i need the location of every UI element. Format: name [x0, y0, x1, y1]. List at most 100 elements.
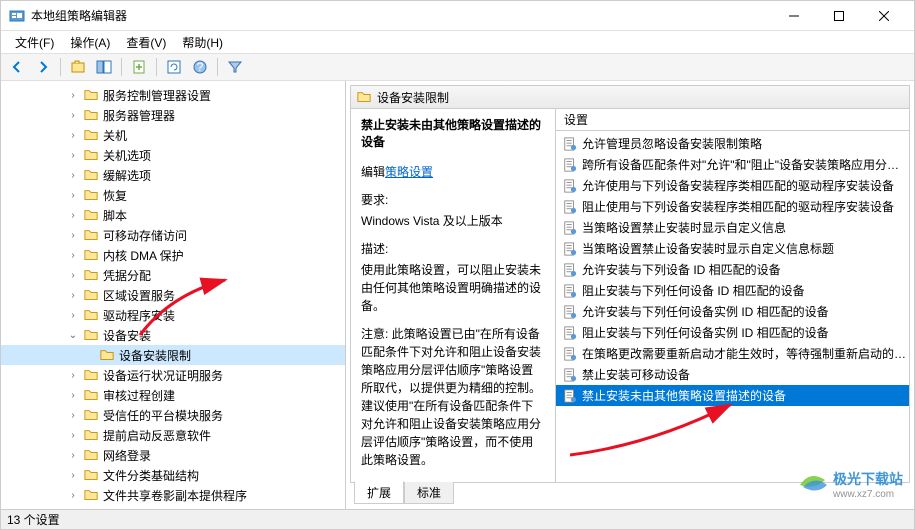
tree-item[interactable]: 审核过程创建 [1, 385, 345, 405]
tree-item-label: 文件共享卷影副本提供程序 [103, 487, 247, 504]
tree-item[interactable]: 文件共享卷影副本提供程序 [1, 485, 345, 505]
tree-item[interactable]: 凭据分配 [1, 265, 345, 285]
tree-item[interactable]: 设备安装 [1, 325, 345, 345]
setting-row[interactable]: 允许安装与下列任何设备实例 ID 相匹配的设备 [556, 301, 909, 322]
tab-standard[interactable]: 标准 [404, 482, 454, 504]
settings-list[interactable]: 允许管理员忽略设备安装限制策略跨所有设备匹配条件对"允许"和"阻止"设备安装策略… [556, 131, 909, 482]
tree-panel[interactable]: 服务控制管理器设置服务器管理器关机关机选项缓解选项恢复脚本可移动存储访问内核 D… [1, 81, 346, 509]
tree-item[interactable]: 受信任的平台模块服务 [1, 405, 345, 425]
tree-toggle-icon[interactable] [65, 410, 81, 421]
tree-toggle-icon[interactable] [65, 430, 81, 441]
tree-item-label: 驱动程序安装 [103, 307, 175, 324]
svg-text:?: ? [197, 60, 204, 74]
setting-row[interactable]: 允许管理员忽略设备安装限制策略 [556, 133, 909, 154]
setting-row[interactable]: 当策略设置禁止安装时显示自定义信息 [556, 217, 909, 238]
setting-row[interactable]: 跨所有设备匹配条件对"允许"和"阻止"设备安装策略应用分… [556, 154, 909, 175]
desc-req-label: 要求: [361, 191, 545, 209]
tree-toggle-icon[interactable] [65, 150, 81, 161]
setting-row[interactable]: 当策略设置禁止设备安装时显示自定义信息标题 [556, 238, 909, 259]
setting-row[interactable]: 阻止安装与下列任何设备 ID 相匹配的设备 [556, 280, 909, 301]
tree-toggle-icon[interactable] [65, 290, 81, 301]
setting-row[interactable]: 允许使用与下列设备安装程序类相匹配的驱动程序安装设备 [556, 175, 909, 196]
tree-item[interactable]: 设备安装限制 [1, 345, 345, 365]
setting-label: 阻止使用与下列设备安装程序类相匹配的驱动程序安装设备 [582, 198, 894, 215]
tree-item[interactable]: 提前启动反恶意软件 [1, 425, 345, 445]
back-button[interactable] [5, 55, 29, 79]
help-button[interactable]: ? [188, 55, 212, 79]
right-panel: 设备安装限制 禁止安装未由其他策略设置描述的设备 编辑策略设置 要求: Wind… [346, 81, 914, 509]
setting-row[interactable]: 允许安装与下列设备 ID 相匹配的设备 [556, 259, 909, 280]
settings-panel: 设置 允许管理员忽略设备安装限制策略跨所有设备匹配条件对"允许"和"阻止"设备安… [556, 109, 909, 482]
tree-item[interactable]: 文件分类基础结构 [1, 465, 345, 485]
setting-label: 允许使用与下列设备安装程序类相匹配的驱动程序安装设备 [582, 177, 894, 194]
menu-action[interactable]: 操作(A) [62, 32, 118, 53]
menu-help[interactable]: 帮助(H) [174, 32, 231, 53]
tree-toggle-icon[interactable] [65, 230, 81, 241]
policy-icon [562, 220, 578, 236]
minimize-button[interactable] [771, 1, 816, 30]
toolbar-separator [121, 58, 122, 76]
policy-setting-link[interactable]: 策略设置 [385, 165, 433, 179]
filter-button[interactable] [223, 55, 247, 79]
tree-toggle-icon[interactable] [65, 330, 81, 341]
policy-icon [562, 283, 578, 299]
close-button[interactable] [861, 1, 906, 30]
refresh-button[interactable] [162, 55, 186, 79]
tree-toggle-icon[interactable] [65, 250, 81, 261]
tree-item[interactable]: 网络登录 [1, 445, 345, 465]
tree-toggle-icon[interactable] [65, 130, 81, 141]
tree-toggle-icon[interactable] [65, 390, 81, 401]
setting-label: 在策略更改需要重新启动才能生效时，等待强制重新启动的… [582, 345, 906, 362]
tree-item[interactable]: 驱动程序安装 [1, 305, 345, 325]
tree-toggle-icon[interactable] [65, 310, 81, 321]
folder-icon [83, 327, 99, 343]
tab-extended[interactable]: 扩展 [354, 481, 404, 504]
tree-toggle-icon[interactable] [65, 370, 81, 381]
settings-column-header[interactable]: 设置 [556, 109, 909, 131]
tree-item[interactable]: 区域设置服务 [1, 285, 345, 305]
tree-item[interactable]: 缓解选项 [1, 165, 345, 185]
tree-toggle-icon[interactable] [65, 110, 81, 121]
tree-toggle-icon[interactable] [65, 470, 81, 481]
tree-toggle-icon[interactable] [65, 170, 81, 181]
tree-item[interactable]: 脚本 [1, 205, 345, 225]
tree-item[interactable]: 内核 DMA 保护 [1, 245, 345, 265]
tree-item[interactable]: 恢复 [1, 185, 345, 205]
tree-item[interactable]: 关机 [1, 125, 345, 145]
folder-icon [99, 347, 115, 363]
folder-icon [83, 107, 99, 123]
tree-item[interactable]: 关机选项 [1, 145, 345, 165]
tree-toggle-icon[interactable] [65, 190, 81, 201]
policy-icon [562, 199, 578, 215]
menu-view[interactable]: 查看(V) [118, 32, 174, 53]
setting-row[interactable]: 阻止安装与下列任何设备实例 ID 相匹配的设备 [556, 322, 909, 343]
setting-row[interactable]: 禁止安装可移动设备 [556, 364, 909, 385]
description-panel: 禁止安装未由其他策略设置描述的设备 编辑策略设置 要求: Windows Vis… [351, 109, 556, 482]
tree-item[interactable]: 服务器管理器 [1, 105, 345, 125]
folder-icon [83, 127, 99, 143]
tree-item-label: 设备安装 [103, 327, 151, 344]
forward-button[interactable] [31, 55, 55, 79]
tree-toggle-icon[interactable] [65, 450, 81, 461]
setting-row[interactable]: 阻止使用与下列设备安装程序类相匹配的驱动程序安装设备 [556, 196, 909, 217]
setting-row[interactable]: 禁止安装未由其他策略设置描述的设备 [556, 385, 909, 406]
tree-item[interactable]: 可移动存储访问 [1, 225, 345, 245]
tree-item[interactable]: 设备运行状况证明服务 [1, 365, 345, 385]
tree-toggle-icon[interactable] [65, 90, 81, 101]
export-button[interactable] [127, 55, 151, 79]
tree-toggle-icon[interactable] [65, 210, 81, 221]
folder-icon [83, 247, 99, 263]
up-button[interactable] [66, 55, 90, 79]
tree-item-label: 网络登录 [103, 447, 151, 464]
tree-toggle-icon[interactable] [65, 270, 81, 281]
show-hide-tree-button[interactable] [92, 55, 116, 79]
tree-item-label: 关机 [103, 127, 127, 144]
maximize-button[interactable] [816, 1, 861, 30]
tree-toggle-icon[interactable] [65, 490, 81, 501]
menu-file[interactable]: 文件(F) [7, 32, 62, 53]
setting-row[interactable]: 在策略更改需要重新启动才能生效时，等待强制重新启动的… [556, 343, 909, 364]
folder-icon [83, 287, 99, 303]
desc-requirements: 要求: Windows Vista 及以上版本 [361, 191, 545, 230]
right-header: 设备安装限制 [350, 85, 910, 109]
tree-item[interactable]: 服务控制管理器设置 [1, 85, 345, 105]
